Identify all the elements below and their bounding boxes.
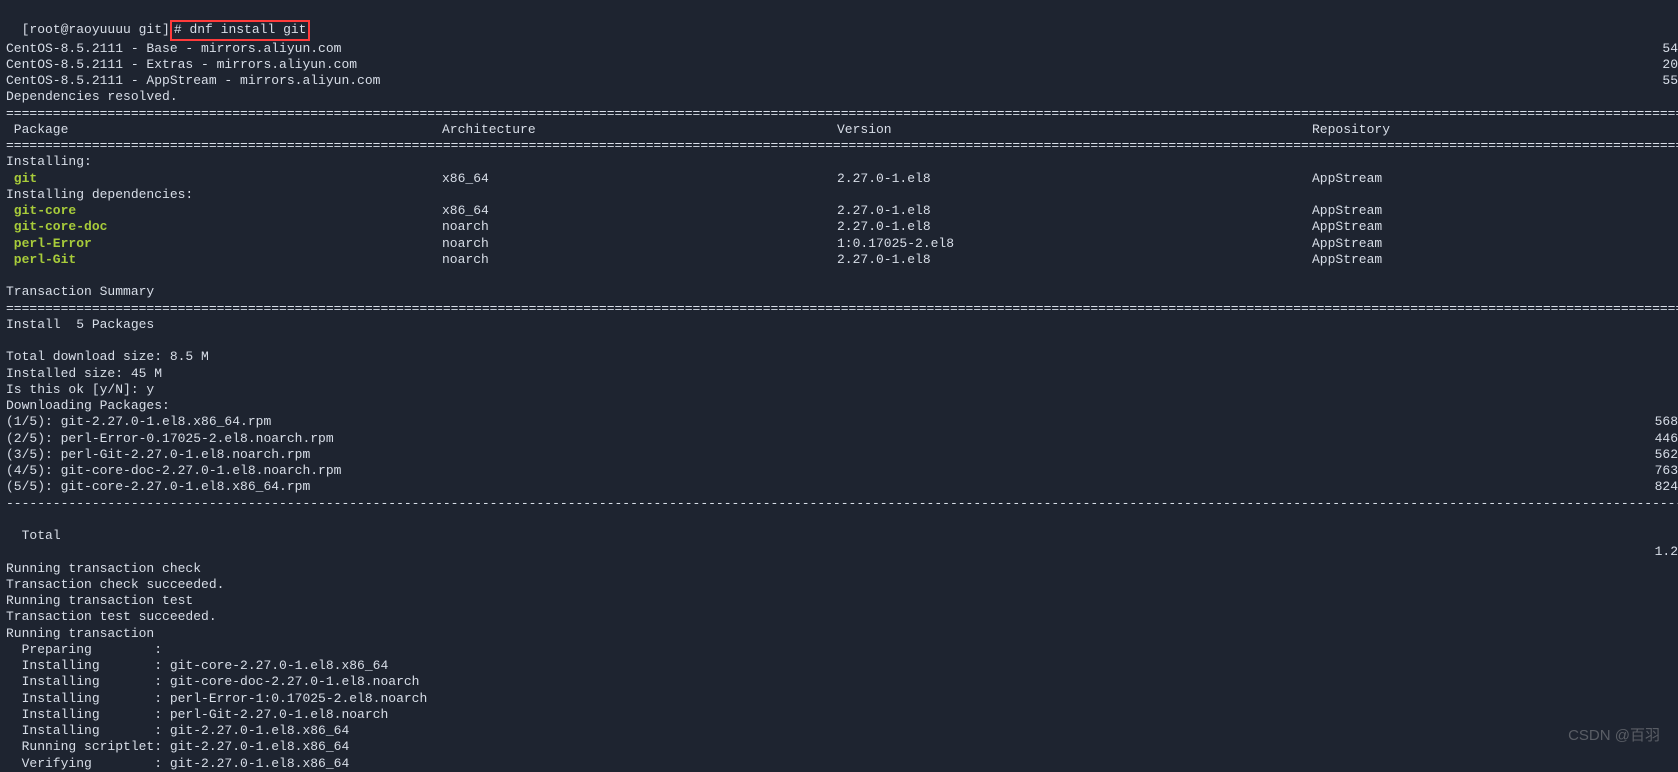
- repo-line: CentOS-8.5.2111 - Extras - mirrors.aliyu…: [6, 57, 1678, 73]
- size-line: Total download size: 8.5 M: [6, 349, 1678, 365]
- rule-top: ========================================…: [6, 106, 1678, 122]
- download-speed: 446: [1655, 431, 1678, 447]
- download-line: (2/5): perl-Error-0.17025-2.el8.noarch.r…: [6, 431, 1678, 447]
- package-row: perl-Gitnoarch2.27.0-1.el8AppStream: [6, 252, 1678, 268]
- download-speed: 562: [1655, 447, 1678, 463]
- package-version: 1:0.17025-2.el8: [837, 236, 1312, 252]
- tx-summary: Transaction Summary: [6, 284, 1678, 300]
- tx-step: Installing : perl-Git-2.27.0-1.el8.noarc…: [6, 707, 1678, 723]
- package-row: git-core-docnoarch2.27.0-1.el8AppStream: [6, 219, 1678, 235]
- total-num: 1.2: [1655, 544, 1678, 560]
- tx-step: Installing : git-core-doc-2.27.0-1.el8.n…: [6, 674, 1678, 690]
- tx-step: Running scriptlet: git-2.27.0-1.el8.x86_…: [6, 739, 1678, 755]
- package-arch: x86_64: [442, 203, 837, 219]
- tx-step: Installing : perl-Error-1:0.17025-2.el8.…: [6, 691, 1678, 707]
- install-count: Install 5 Packages: [6, 317, 1678, 333]
- download-line: (3/5): perl-Git-2.27.0-1.el8.noarch.rpm5…: [6, 447, 1678, 463]
- command-highlight: # dnf install git: [170, 20, 311, 40]
- package-repo: AppStream: [1312, 171, 1678, 187]
- shell-prompt-line: [root@raoyuuuu git]# dnf install git: [6, 4, 1678, 41]
- rule-header-bottom: ========================================…: [6, 138, 1678, 154]
- tx-step: Installing : git-2.27.0-1.el8.x86_64: [6, 723, 1678, 739]
- download-line: (4/5): git-core-doc-2.27.0-1.el8.noarch.…: [6, 463, 1678, 479]
- tx-step: Installing : git-core-2.27.0-1.el8.x86_6…: [6, 658, 1678, 674]
- package-name: git-core-doc: [6, 219, 442, 235]
- installing-label: Installing:: [6, 154, 1678, 170]
- blank-1: [6, 268, 1678, 284]
- tx-line: Running transaction: [6, 626, 1678, 642]
- package-arch: x86_64: [442, 171, 837, 187]
- tx-line: Running transaction test: [6, 593, 1678, 609]
- tx-line: Transaction check succeeded.: [6, 577, 1678, 593]
- repo-speed: 20: [1662, 57, 1678, 73]
- package-version: 2.27.0-1.el8: [837, 219, 1312, 235]
- package-arch: noarch: [442, 252, 837, 268]
- installing-deps-label: Installing dependencies:: [6, 187, 1678, 203]
- downloading-label: Downloading Packages:: [6, 398, 1678, 414]
- blank-2: [6, 333, 1678, 349]
- download-line: (5/5): git-core-2.27.0-1.el8.x86_64.rpm8…: [6, 479, 1678, 495]
- table-header: Package Architecture Version Repository: [6, 122, 1678, 138]
- package-row: perl-Errornoarch1:0.17025-2.el8AppStream: [6, 236, 1678, 252]
- deps-resolved: Dependencies resolved.: [6, 89, 1678, 105]
- repo-speed: 54: [1662, 41, 1678, 57]
- repo-speed: 55: [1662, 73, 1678, 89]
- package-arch: noarch: [442, 219, 837, 235]
- tx-step: Preparing :: [6, 642, 1678, 658]
- package-repo: AppStream: [1312, 203, 1678, 219]
- tx-line: Running transaction check: [6, 561, 1678, 577]
- rule-summary: ========================================…: [6, 301, 1678, 317]
- package-version: 2.27.0-1.el8: [837, 252, 1312, 268]
- col-package-header: Package: [6, 122, 442, 138]
- package-row: gitx86_642.27.0-1.el8AppStream: [6, 171, 1678, 187]
- size-line: Installed size: 45 M: [6, 366, 1678, 382]
- rule-downloads: ----------------------------------------…: [6, 496, 1678, 512]
- shell-prompt: [root@raoyuuuu git]: [22, 22, 170, 37]
- download-speed: 763: [1655, 463, 1678, 479]
- download-speed: 824: [1655, 479, 1678, 495]
- package-name: perl-Git: [6, 252, 442, 268]
- col-arch-header: Architecture: [442, 122, 837, 138]
- package-repo: AppStream: [1312, 236, 1678, 252]
- package-repo: AppStream: [1312, 219, 1678, 235]
- repo-line: CentOS-8.5.2111 - AppStream - mirrors.al…: [6, 73, 1678, 89]
- package-name: git: [6, 171, 442, 187]
- download-speed: 568: [1655, 414, 1678, 430]
- package-version: 2.27.0-1.el8: [837, 171, 1312, 187]
- col-repo-header: Repository: [1312, 122, 1678, 138]
- package-row: git-corex86_642.27.0-1.el8AppStream: [6, 203, 1678, 219]
- tx-line: Transaction test succeeded.: [6, 609, 1678, 625]
- confirm-prompt[interactable]: Is this ok [y/N]: y: [6, 382, 1678, 398]
- watermark: CSDN @百羽: [1568, 727, 1660, 746]
- total-line: Total 1.2: [6, 512, 1678, 561]
- package-arch: noarch: [442, 236, 837, 252]
- col-version-header: Version: [837, 122, 1312, 138]
- package-version: 2.27.0-1.el8: [837, 203, 1312, 219]
- command-text: dnf install git: [189, 22, 306, 37]
- download-line: (1/5): git-2.27.0-1.el8.x86_64.rpm568: [6, 414, 1678, 430]
- package-name: perl-Error: [6, 236, 442, 252]
- package-name: git-core: [6, 203, 442, 219]
- repo-line: CentOS-8.5.2111 - Base - mirrors.aliyun.…: [6, 41, 1678, 57]
- package-repo: AppStream: [1312, 252, 1678, 268]
